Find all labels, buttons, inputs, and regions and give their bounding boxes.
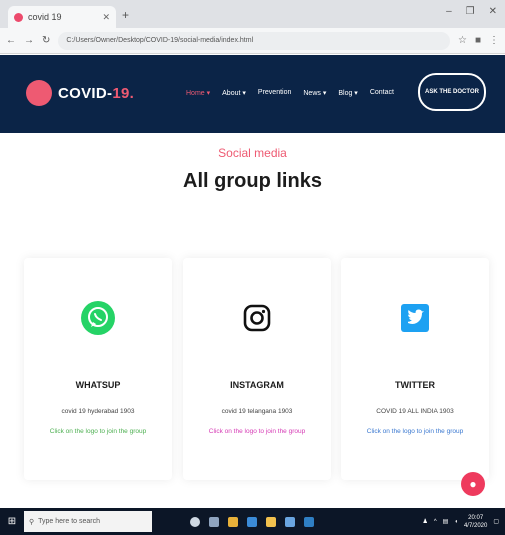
whatsapp-icon[interactable] — [80, 300, 116, 336]
nav-news[interactable]: News ▾ — [303, 89, 326, 97]
whatsapp-card: WHATSUP covid 19 hyderabad 1903 Click on… — [24, 258, 172, 480]
chrome-icon[interactable] — [228, 516, 238, 527]
menu-kebab-icon[interactable]: ⋮ — [489, 35, 499, 46]
search-icon: ⚲ — [29, 518, 35, 526]
twitter-icon[interactable] — [397, 300, 433, 336]
join-group-link[interactable]: Click on the logo to join the group — [341, 428, 489, 435]
section-subtitle: Social media — [218, 146, 287, 160]
bookmark-star-icon[interactable]: ☆ — [458, 35, 467, 46]
main-nav: Home ▾ About ▾ Prevention News ▾ Blog ▾ … — [186, 89, 394, 97]
card-description: covid 19 telangana 1903 — [221, 408, 293, 415]
windows-start-icon[interactable]: ⊞ — [0, 508, 24, 535]
tray-chevron-icon[interactable]: ^ — [434, 519, 437, 525]
ask-doctor-button[interactable]: ASK THE DOCTOR — [418, 73, 486, 111]
back-icon[interactable]: ← — [6, 35, 16, 46]
edge-icon[interactable] — [247, 516, 257, 527]
file-explorer-icon[interactable] — [266, 516, 276, 527]
volume-icon[interactable]: ◖ — [454, 519, 458, 525]
task-view-icon[interactable] — [209, 516, 219, 527]
card-title: TWITTER — [395, 380, 435, 390]
store-icon[interactable] — [285, 516, 295, 527]
nav-home[interactable]: Home ▾ — [186, 89, 210, 97]
extensions-icon[interactable]: ■ — [475, 35, 481, 46]
tab-title: covid 19 — [28, 12, 62, 22]
clock-time: 20:07 — [468, 514, 484, 521]
logo-text: COVID-19. — [58, 84, 135, 102]
logo-circle-icon — [26, 80, 52, 106]
vscode-icon[interactable] — [304, 516, 314, 527]
cortana-icon[interactable] — [190, 516, 200, 527]
nav-blog[interactable]: Blog ▾ — [338, 89, 357, 97]
nav-contact[interactable]: Contact — [370, 89, 394, 97]
instagram-icon[interactable] — [239, 300, 275, 336]
browser-tab-bar: covid 19 ✕ + – ❐ ✕ — [0, 0, 505, 28]
nav-about[interactable]: About ▾ — [222, 89, 246, 97]
url-field[interactable]: C:/Users/Owner/Desktop/COVID-19/social-m… — [58, 31, 450, 50]
site-header: COVID-19. Home ▾ About ▾ Prevention News… — [0, 55, 505, 133]
card-description: covid 19 hyderabad 1903 — [61, 408, 135, 415]
instagram-card: INSTAGRAM covid 19 telangana 1903 Click … — [183, 258, 331, 480]
chat-icon: ● — [469, 477, 477, 491]
browser-tab[interactable]: covid 19 ✕ — [8, 6, 116, 28]
card-title: INSTAGRAM — [230, 380, 284, 390]
clock[interactable]: 20:07 4/7/2020 — [464, 514, 487, 530]
favicon-icon — [14, 12, 23, 22]
system-tray: ♟ ^ ▤ ◖ 20:07 4/7/2020 ▢ — [422, 514, 499, 530]
network-icon[interactable]: ▤ — [443, 518, 449, 525]
section-heading: All group links — [183, 170, 322, 192]
site-logo[interactable]: COVID-19. — [26, 80, 134, 106]
search-placeholder: Type here to search — [38, 518, 101, 525]
forward-icon[interactable]: → — [24, 35, 34, 46]
join-group-link[interactable]: Click on the logo to join the group — [183, 428, 331, 435]
window-controls: – ❐ ✕ — [446, 6, 497, 17]
new-tab-button[interactable]: + — [122, 8, 129, 22]
taskbar-search[interactable]: ⚲ Type here to search — [24, 511, 152, 532]
join-group-link[interactable]: Click on the logo to join the group — [24, 428, 172, 435]
address-bar-row: ← → ↻ C:/Users/Owner/Desktop/COVID-19/so… — [0, 28, 505, 54]
minimize-button[interactable]: – — [446, 6, 452, 17]
twitter-card: TWITTER COVID 19 ALL INDIA 1903 Click on… — [341, 258, 489, 480]
url-text: C:/Users/Owner/Desktop/COVID-19/social-m… — [66, 37, 254, 44]
nav-prevention[interactable]: Prevention — [258, 89, 291, 97]
card-title: WHATSUP — [75, 380, 121, 390]
user-icon[interactable]: ♟ — [422, 518, 427, 525]
notifications-icon[interactable]: ▢ — [493, 518, 499, 525]
card-description: COVID 19 ALL INDIA 1903 — [376, 408, 454, 415]
close-window-button[interactable]: ✕ — [489, 6, 497, 17]
clock-date: 4/7/2020 — [463, 522, 488, 529]
reload-icon[interactable]: ↻ — [42, 35, 50, 46]
chat-fab-button[interactable]: ● — [461, 472, 485, 496]
taskbar: ⊞ ⚲ Type here to search ♟ ^ ▤ ◖ 20:07 4/… — [0, 508, 505, 535]
maximize-button[interactable]: ❐ — [466, 6, 475, 17]
close-tab-icon[interactable]: ✕ — [102, 12, 110, 23]
taskbar-apps — [190, 516, 314, 527]
